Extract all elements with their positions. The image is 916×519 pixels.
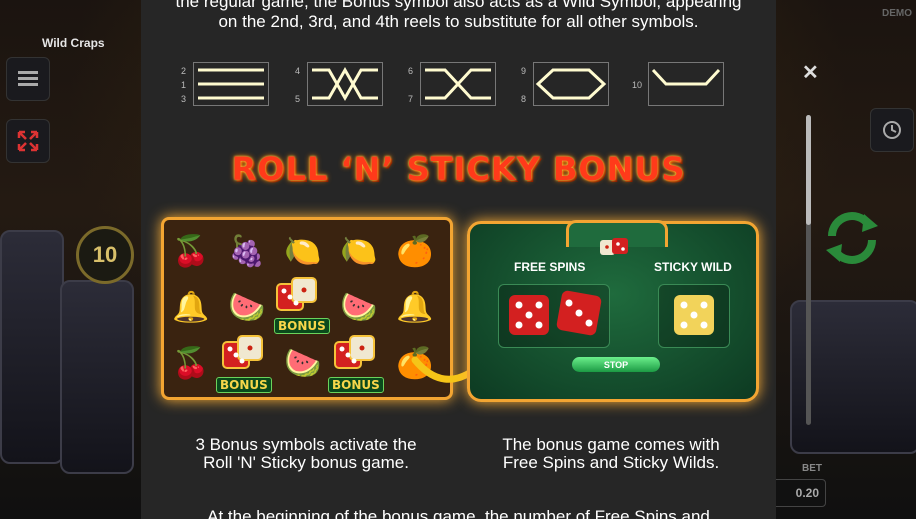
bonus-tag: BONUS — [274, 318, 330, 334]
reel-symbol: 🔔 — [396, 290, 434, 324]
reel-symbol: 🍉 — [284, 346, 322, 380]
payline-diagram — [648, 62, 724, 106]
payline-diagram — [420, 62, 496, 106]
rules-panel: the regular game, the Bonus symbol also … — [141, 0, 776, 519]
reel-symbol: 🍊 — [396, 234, 434, 268]
caption-left-line: Roll 'N' Sticky bonus game. — [203, 453, 409, 472]
rules-intro-line: on the 2nd, 3rd, and 4th reels to substi… — [218, 12, 699, 31]
payline-number: 7 — [408, 94, 414, 104]
background-slot-machine — [60, 280, 134, 474]
bonus-title: ROLL ‘N’ STICKY BONUS — [231, 150, 686, 188]
rules-intro-line: the regular game, the Bonus symbol also … — [175, 0, 742, 11]
payline-number: 8 — [521, 94, 527, 104]
free-spins-dice-box — [498, 284, 610, 348]
payline-number: 4 — [295, 66, 301, 76]
sticky-wild-dice-box — [658, 284, 730, 348]
payline-number: 6 — [408, 66, 414, 76]
demo-label: DEMO — [882, 8, 912, 19]
dice-icon — [600, 238, 628, 255]
red-dice-icon — [509, 290, 602, 336]
free-spins-label: FREE SPINS — [514, 260, 586, 274]
background-slot-machine — [0, 230, 64, 464]
hamburger-icon — [18, 71, 38, 86]
reel-symbol: 🍉 — [340, 290, 378, 324]
game-title: Wild Craps — [42, 36, 105, 50]
payline-diagram — [533, 62, 609, 106]
gold-dice-icon — [674, 295, 714, 335]
payline-number: 9 — [521, 66, 527, 76]
caption-left: 3 Bonus symbols activate the Roll 'N' St… — [141, 436, 471, 472]
fullscreen-button[interactable] — [6, 119, 50, 163]
coin-value-button[interactable]: 10 — [76, 226, 134, 284]
stop-button: STOP — [572, 357, 660, 372]
spin-icon[interactable] — [820, 206, 884, 270]
history-button[interactable] — [870, 108, 914, 152]
bonus-tag: BONUS — [216, 377, 272, 393]
fullscreen-icon — [17, 130, 39, 152]
scrollbar-thumb[interactable] — [806, 115, 811, 225]
caption-right-line: The bonus game comes with — [502, 435, 720, 454]
bonus-tag: BONUS — [328, 377, 384, 393]
close-button[interactable]: ✕ — [802, 60, 819, 85]
payline-diagram — [193, 62, 269, 106]
paylines-row: 2 1 3 4 5 6 7 9 8 10 — [141, 62, 776, 108]
caption-right-line: Free Spins and Sticky Wilds. — [502, 453, 720, 472]
bonus-dice-icon — [222, 335, 263, 369]
reel-symbol: 🍒 — [172, 346, 210, 380]
payline-diagram — [307, 62, 383, 106]
payline-number: 3 — [181, 94, 187, 104]
reel-symbol: 🍋 — [340, 234, 378, 268]
bonus-dice-icon — [334, 335, 375, 369]
reel-symbol: 🍒 — [172, 234, 210, 268]
payline-number: 2 — [181, 66, 187, 76]
reel-symbol: 🍋 — [284, 234, 322, 268]
bet-label: BET — [802, 463, 822, 474]
bonus-dice-icon — [276, 277, 317, 311]
reel-symbol: 🍇 — [228, 234, 266, 268]
reel-symbol: 🍉 — [228, 290, 266, 324]
caption-left-line: 3 Bonus symbols activate the — [195, 435, 417, 454]
scrollbar[interactable] — [806, 115, 811, 425]
bonus-game-illustration: FREE SPINS STICKY WILD STOP — [467, 220, 759, 402]
payline-number: 1 — [181, 80, 187, 90]
reel-symbol: 🔔 — [172, 290, 210, 324]
caption-right: The bonus game comes with Free Spins and… — [446, 436, 776, 472]
history-icon — [883, 121, 901, 139]
rules-intro: the regular game, the Bonus symbol also … — [141, 0, 776, 32]
payline-number: 5 — [295, 94, 301, 104]
rules-outro: At the beginning of the bonus game, the … — [207, 507, 710, 519]
menu-button[interactable] — [6, 57, 50, 101]
payline-number: 10 — [632, 80, 643, 90]
bet-value[interactable]: 0.20 — [768, 479, 826, 507]
sticky-wild-label: STICKY WILD — [654, 260, 732, 274]
